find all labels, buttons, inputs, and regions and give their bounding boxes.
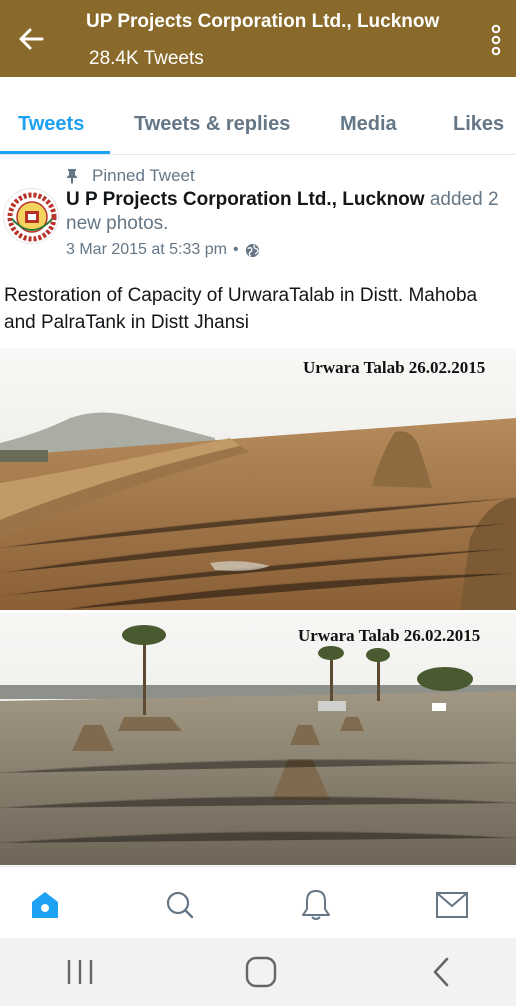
tab-likes[interactable]: Likes <box>453 113 504 136</box>
nav-home-button[interactable] <box>25 885 65 925</box>
arrow-left-icon <box>19 28 44 50</box>
tab-tweets-replies[interactable]: Tweets & replies <box>134 113 290 136</box>
tweet-meta: 3 Mar 2015 at 5:33 pm • <box>66 241 260 259</box>
photo-2-caption: Urwara Talab 26.02.2015 <box>298 626 481 645</box>
organization-logo-icon <box>7 192 57 242</box>
back-system-button[interactable] <box>417 952 465 992</box>
chevron-left-icon <box>433 957 449 987</box>
profile-tabs: Tweets Tweets & replies Media Likes <box>0 77 516 155</box>
nav-search-button[interactable] <box>160 885 200 925</box>
photo-1-caption: Urwara Talab 26.02.2015 <box>303 358 486 377</box>
author-name[interactable]: U P Projects Corporation Ltd., Lucknow <box>66 189 425 210</box>
photo-2-image <box>0 613 516 865</box>
tweet-count: 28.4K Tweets <box>89 48 204 69</box>
more-vertical-icon <box>491 24 501 56</box>
tweet-photo-2[interactable] <box>0 613 516 865</box>
nav-notifications-button[interactable] <box>296 885 336 925</box>
tweet-timestamp[interactable]: 3 Mar 2015 at 5:33 pm <box>66 241 227 259</box>
recent-apps-icon <box>67 960 93 984</box>
tweet-author-line: U P Projects Corporation Ltd., Lucknow a… <box>66 188 511 236</box>
more-options-button[interactable] <box>484 22 508 58</box>
notifications-icon <box>302 890 330 920</box>
header-title: UP Projects Corporation Ltd., Lucknow <box>86 11 440 32</box>
meta-separator: • <box>232 241 239 258</box>
recent-apps-button[interactable] <box>56 952 104 992</box>
back-button[interactable] <box>14 22 48 56</box>
system-navigation-bar <box>0 938 516 1006</box>
active-tab-indicator <box>0 151 110 154</box>
home-icon <box>32 892 58 918</box>
home-circle-icon <box>245 956 277 988</box>
bottom-navigation <box>0 866 516 938</box>
pinned-label: Pinned Tweet <box>92 166 195 185</box>
avatar[interactable] <box>3 188 59 244</box>
messages-icon <box>436 892 468 918</box>
pinned-indicator: Pinned Tweet <box>66 166 195 186</box>
home-system-button[interactable] <box>237 952 285 992</box>
tab-tweets[interactable]: Tweets <box>18 113 84 136</box>
globe-icon <box>245 243 259 257</box>
nav-messages-button[interactable] <box>432 885 472 925</box>
tweet-photo-1[interactable] <box>0 348 516 610</box>
tweet-text: Restoration of Capacity of UrwaraTalab i… <box>4 285 478 333</box>
tab-media[interactable]: Media <box>340 113 397 136</box>
search-icon <box>166 891 194 919</box>
photo-1-image <box>0 348 516 610</box>
pin-icon <box>67 169 77 184</box>
profile-header: UP Projects Corporation Ltd., Lucknow 28… <box>0 0 516 77</box>
